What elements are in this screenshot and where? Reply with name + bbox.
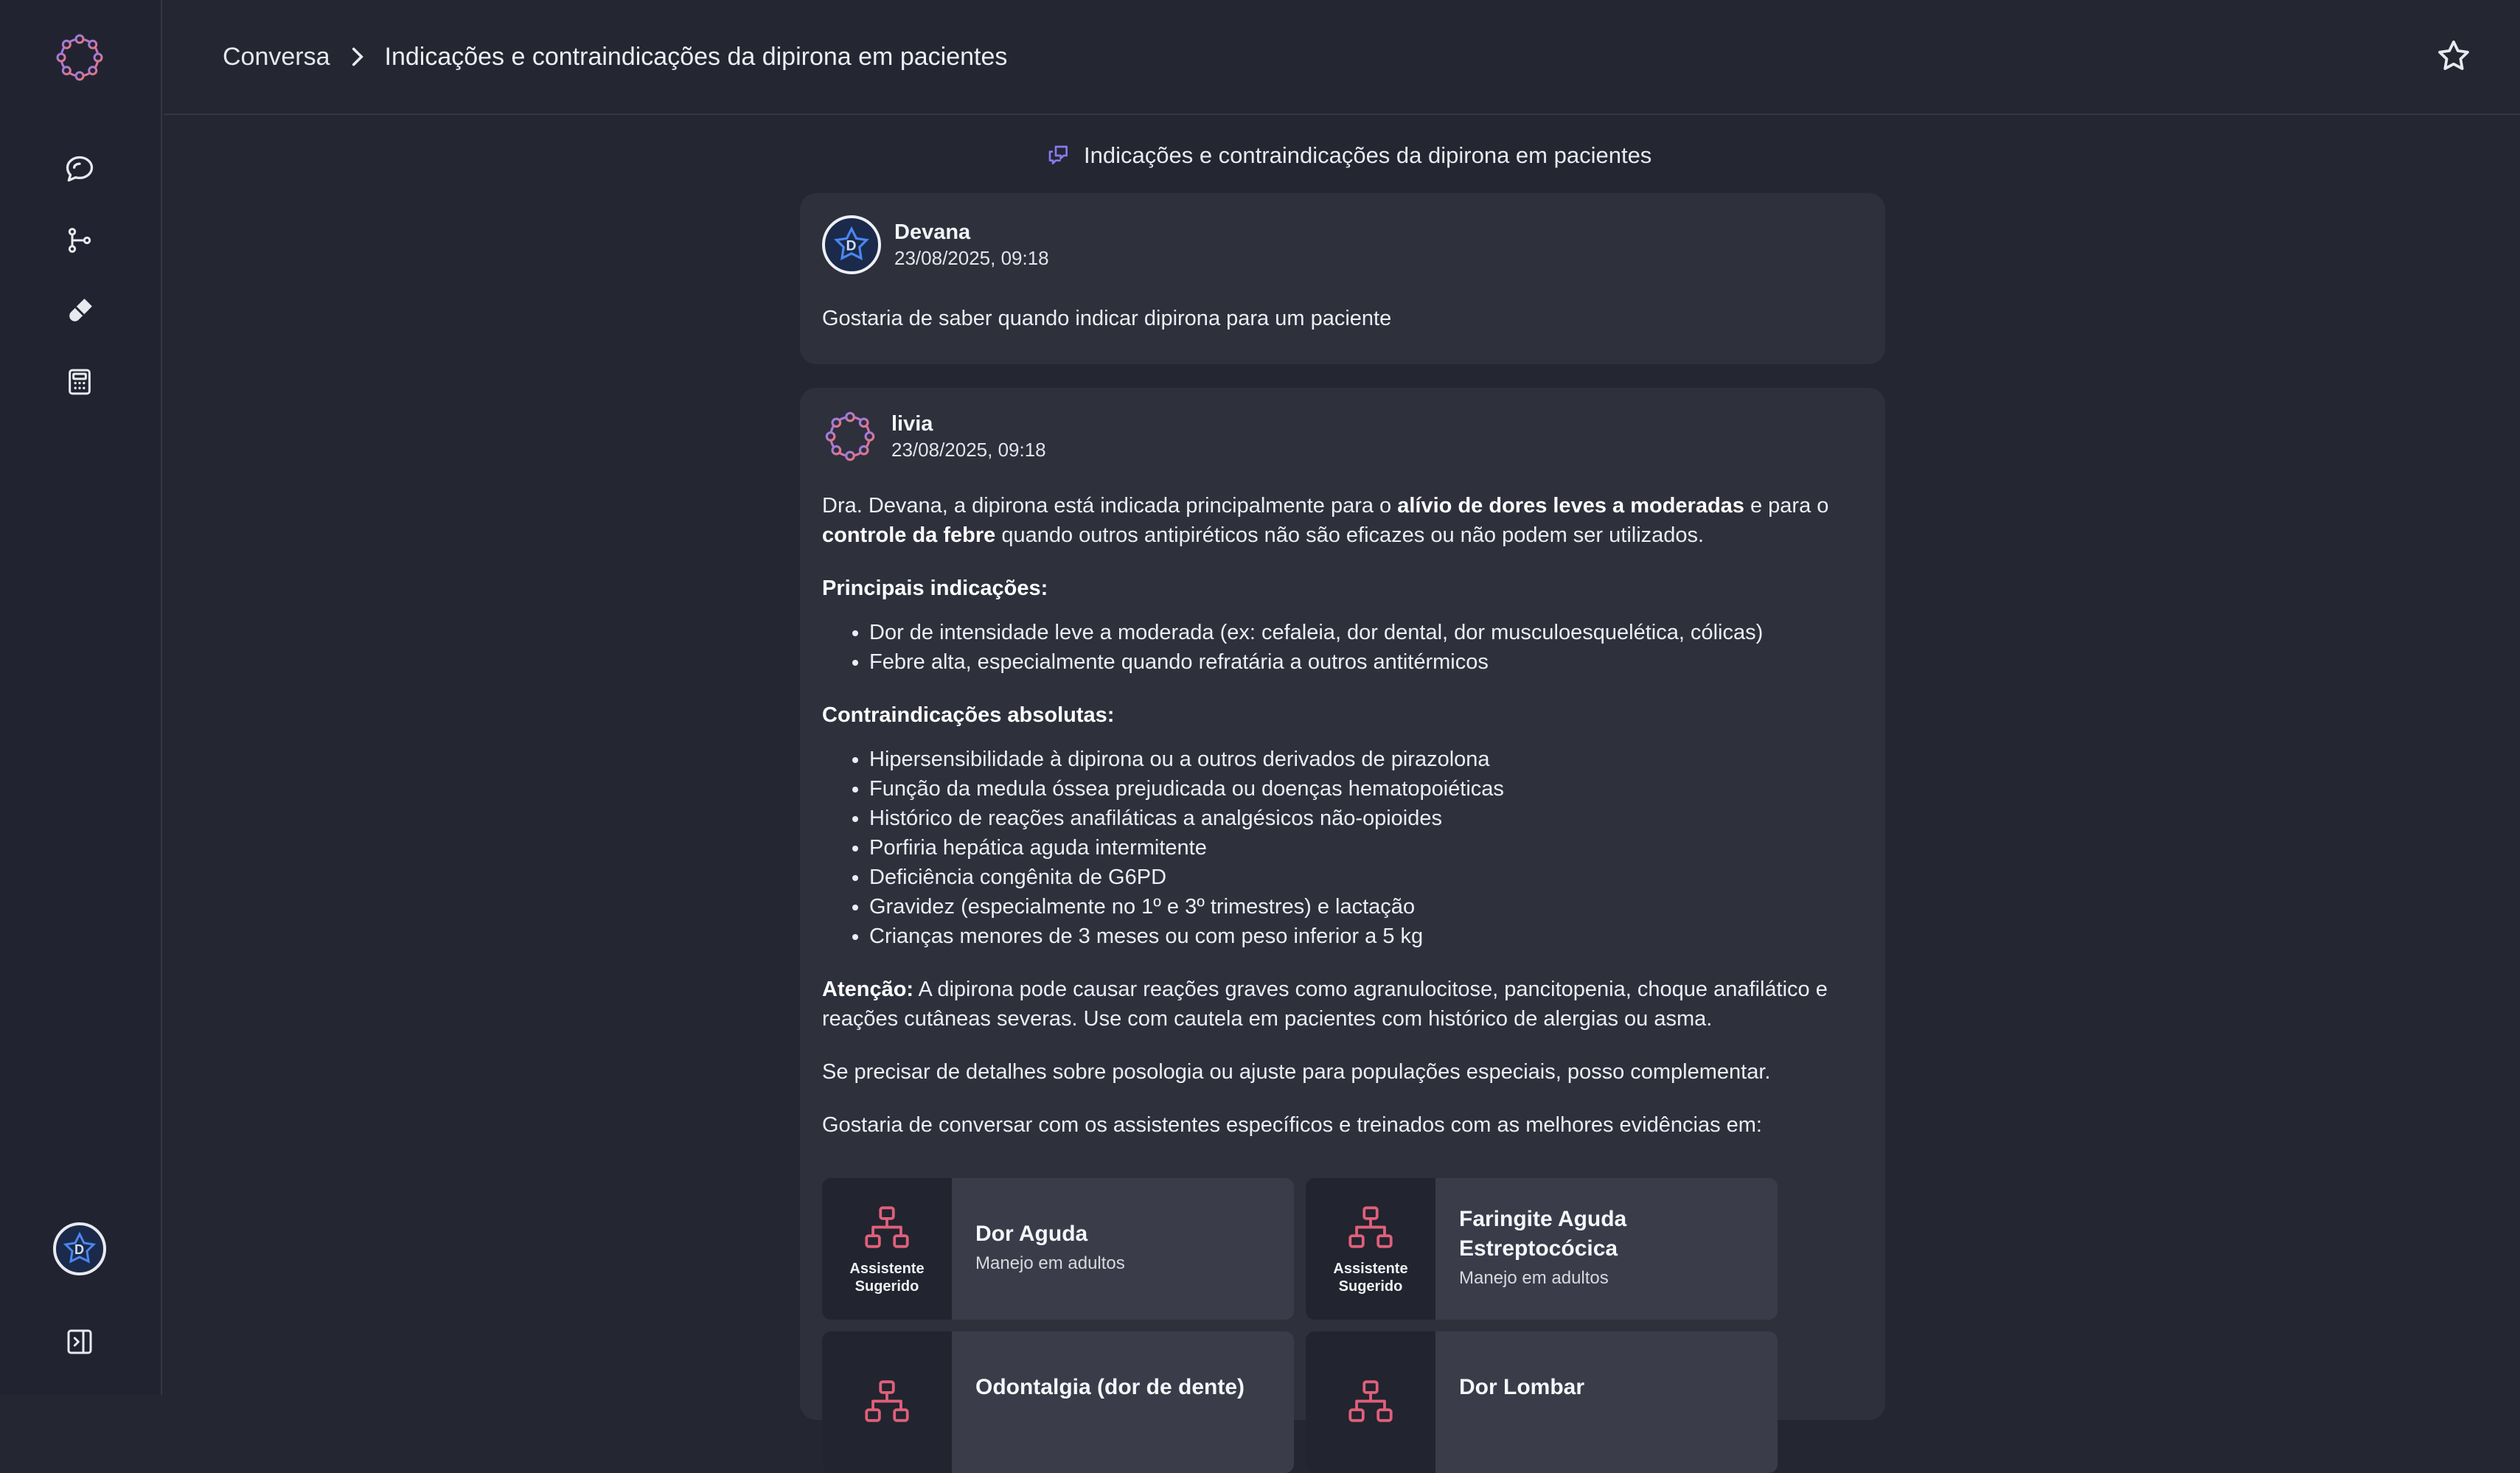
breadcrumb-current: Indicações e contraindicações da dipiron… (384, 42, 1008, 71)
calculator-icon (69, 369, 91, 395)
sidebar-item-flows[interactable] (59, 220, 100, 261)
sidebar-toggle-icon (67, 1329, 92, 1354)
suggested-assistants: Assistente Sugerido Dor Aguda Manejo em a… (822, 1178, 1778, 1473)
assistants-intro: Gostaria de conversar com os assistentes… (822, 1113, 1762, 1137)
suggested-badge: Assistente Sugerido (822, 1178, 952, 1320)
collapse-sidebar-button[interactable] (59, 1321, 100, 1362)
assistant-title: Dor Lombar (1459, 1375, 1585, 1399)
list-item: Deficiência congênita de G6PD (869, 863, 1869, 892)
intro-paragraph: Dra. Devana, a dipirona está indicada pr… (822, 494, 1829, 547)
top-header: Conversa Indicações e contraindicações d… (164, 0, 2520, 115)
list-item: Dor de intensidade leve a moderada (ex: … (869, 618, 1869, 647)
assistant-title: Faringite Aguda Estreptocócica (1459, 1207, 1627, 1261)
list-item: Gravidez (especialmente no 1º e 3º trime… (869, 892, 1869, 922)
message-header: livia 23/08/2025, 09:18 (822, 408, 1046, 464)
contraindications-heading: Contraindicações absolutas: (822, 703, 1115, 727)
list-item: Histórico de reações anafiláticas a anal… (869, 804, 1869, 833)
list-item: Função da medula óssea prejudicada ou do… (869, 774, 1869, 804)
avatar: D (822, 215, 881, 274)
assistant-card-faringite[interactable]: Assistente Sugerido Faringite Aguda Estre… (1306, 1178, 1778, 1320)
pill-icon (69, 299, 92, 321)
user-avatar-icon: D (63, 1231, 97, 1264)
message-timestamp: 23/08/2025, 09:18 (894, 247, 1049, 269)
assistant-subtitle: Manejo em adultos (1459, 1268, 1609, 1288)
star-icon (2438, 40, 2469, 70)
indications-heading: Principais indicações: (822, 577, 1048, 600)
list-item: Porfiria hepática aguda intermitente (869, 833, 1869, 863)
avatar[interactable]: D (53, 1222, 106, 1275)
assistant-subtitle: Manejo em adultos (975, 1253, 1125, 1273)
assistant-message: livia 23/08/2025, 09:18 Dra. Devana, a d… (800, 388, 1885, 1473)
chat-icon (66, 156, 94, 182)
breadcrumb: Conversa Indicações e contraindicações d… (223, 38, 1007, 75)
suggested-badge (1306, 1331, 1435, 1473)
app-logo-icon[interactable] (53, 31, 106, 84)
conversation-title-text: Indicações e contraindicações da dipiron… (1084, 142, 1652, 168)
sidebar: D (0, 0, 162, 1395)
suggested-badge: Assistente Sugerido (1306, 1178, 1435, 1320)
breadcrumb-root-link[interactable]: Conversa (223, 43, 330, 72)
assistant-title: Odontalgia (dor de dente) (975, 1375, 1245, 1399)
followup-paragraph: Se precisar de detalhes sobre posologia … (822, 1060, 1771, 1084)
list-item: Febre alta, especialmente quando refratá… (869, 647, 1869, 677)
sidebar-item-medications[interactable] (59, 290, 100, 332)
contraindications-list: Hipersensibilidade à dipirona ou a outro… (822, 745, 1869, 951)
message-author: Devana (894, 220, 971, 244)
sidebar-item-calculator[interactable] (59, 361, 100, 403)
sidebar-item-chat[interactable] (59, 149, 100, 190)
message-timestamp: 23/08/2025, 09:18 (891, 439, 1046, 461)
message-header: D Devana 23/08/2025, 09:18 (822, 215, 1049, 274)
svg-text:D: D (846, 238, 856, 254)
indications-list: Dor de intensidade leve a moderada (ex: … (822, 618, 1869, 677)
attention-paragraph: Atenção: A dipirona pode causar reações … (822, 978, 1828, 1031)
assistant-card-odontalgia[interactable]: Odontalgia (dor de dente) (822, 1331, 1294, 1473)
conversation-title: Indicações e contraindicações da dipiron… (1047, 139, 1651, 173)
assistant-card-dor-lombar[interactable]: Dor Lombar (1306, 1331, 1778, 1473)
message-author: livia (891, 412, 933, 436)
assistant-avatar-icon (822, 408, 878, 464)
hierarchy-icon (1348, 1206, 1393, 1248)
assistant-title: Dor Aguda (975, 1222, 1088, 1246)
hierarchy-icon (865, 1380, 909, 1422)
list-item: Crianças menores de 3 meses ou com peso … (869, 922, 1869, 951)
favorite-button[interactable] (2432, 34, 2476, 78)
branch-icon (68, 228, 91, 253)
hierarchy-icon (1348, 1380, 1393, 1422)
list-item: Hipersensibilidade à dipirona ou a outro… (869, 745, 1869, 774)
suggested-badge (822, 1331, 952, 1473)
conversation-icon (1048, 145, 1068, 164)
user-message: D Devana 23/08/2025, 09:18 Gostaria de s… (800, 193, 1885, 364)
svg-text:D: D (74, 1242, 84, 1257)
user-avatar-icon: D (834, 226, 869, 261)
assistant-card-dor-aguda[interactable]: Assistente Sugerido Dor Aguda Manejo em a… (822, 1178, 1294, 1320)
message-text: Gostaria de saber quando indicar dipiron… (822, 307, 1392, 330)
message-body: Dra. Devana, a dipirona está indicada pr… (822, 491, 1869, 1163)
hierarchy-icon (865, 1206, 909, 1248)
chevron-right-icon (352, 47, 363, 66)
